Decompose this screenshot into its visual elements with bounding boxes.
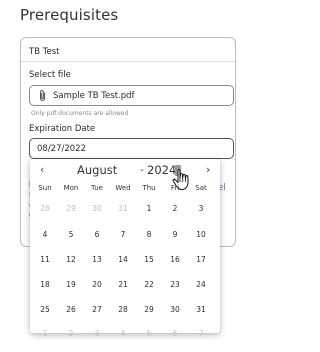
calendar-day[interactable]: 6	[84, 230, 110, 239]
expiration-date-label: Expiration Date	[29, 124, 96, 134]
calendar-day[interactable]: 11	[32, 255, 58, 264]
calendar-day-outside-month[interactable]: 7	[188, 329, 214, 338]
calendar-day[interactable]: 20	[84, 280, 110, 289]
calendar-day[interactable]: 17	[188, 255, 214, 264]
card-divider	[21, 61, 235, 62]
calendar-day[interactable]: 8	[136, 230, 162, 239]
calendar-day[interactable]: 9	[162, 230, 188, 239]
expiration-date-input[interactable]: 08/27/2022	[29, 138, 234, 159]
calendar-day[interactable]: 19	[58, 280, 84, 289]
weekday-label: Mon	[63, 184, 79, 192]
calendar-day[interactable]: 26	[58, 305, 84, 314]
calendar-day[interactable]: 30	[162, 305, 188, 314]
calendar-day[interactable]: 16	[162, 255, 188, 264]
calendar-header: ‹ August ⌄ 2024 ›	[30, 163, 220, 190]
calendar-day-outside-month[interactable]: 3	[84, 329, 110, 338]
calendar-day-outside-month[interactable]: 28	[32, 204, 58, 213]
calendar-day-outside-month[interactable]: 1	[32, 329, 58, 338]
calendar-day[interactable]: 25	[32, 305, 58, 314]
calendar-day[interactable]: 13	[84, 255, 110, 264]
prev-month-button[interactable]: ‹	[40, 163, 44, 176]
calendar-day-outside-month[interactable]: 2	[58, 329, 84, 338]
calendar-day-outside-month[interactable]: 4	[110, 329, 136, 338]
calendar-day[interactable]: 22	[136, 280, 162, 289]
calendar-day[interactable]: 3	[188, 204, 214, 213]
calendar-day[interactable]: 31	[188, 305, 214, 314]
card-title: TB Test	[29, 47, 60, 57]
weekday-label: Fri	[170, 184, 180, 192]
weekday-label: Sun	[38, 184, 52, 192]
expiration-date-value: 08/27/2022	[37, 143, 86, 154]
paperclip-icon	[38, 89, 48, 102]
calendar-day[interactable]: 12	[58, 255, 84, 264]
calendar-day-outside-month[interactable]: 6	[162, 329, 188, 338]
file-hint: Only pdf documents are allowed	[31, 110, 129, 117]
calendar-day[interactable]: 18	[32, 280, 58, 289]
calendar-day[interactable]: 23	[162, 280, 188, 289]
calendar-day[interactable]: 27	[84, 305, 110, 314]
weekday-label: Sat	[195, 184, 207, 192]
calendar-day-outside-month[interactable]: 30	[84, 204, 110, 213]
chevron-down-icon: ⌄	[139, 165, 145, 173]
select-file-label: Select file	[29, 70, 71, 80]
file-picker[interactable]: Sample TB Test.pdf	[29, 85, 234, 106]
weekday-label: Wed	[115, 184, 131, 192]
calendar-day[interactable]: 21	[110, 280, 136, 289]
calendar-day[interactable]: 7	[110, 230, 136, 239]
calendar-day[interactable]: 2	[162, 204, 188, 213]
calendar-day[interactable]: 24	[188, 280, 214, 289]
next-month-button[interactable]: ›	[206, 163, 210, 176]
weekday-label: Tue	[91, 184, 103, 192]
file-name: Sample TB Test.pdf	[53, 90, 135, 101]
calendar-day[interactable]: 15	[136, 255, 162, 264]
calendar-day[interactable]: 4	[32, 230, 58, 239]
calendar-day[interactable]: 1	[136, 204, 162, 213]
month-select[interactable]: August	[77, 163, 117, 177]
calendar-day-outside-month[interactable]: 5	[136, 329, 162, 338]
calendar-day[interactable]: 29	[136, 305, 162, 314]
page-title: Prerequisites	[20, 6, 119, 24]
calendar-day[interactable]: 28	[110, 305, 136, 314]
calendar-day-outside-month[interactable]: 29	[58, 204, 84, 213]
weekday-label: Thu	[142, 184, 156, 192]
calendar-day[interactable]: 5	[58, 230, 84, 239]
calendar-day-outside-month[interactable]: 31	[110, 204, 136, 213]
calendar-day[interactable]: 14	[110, 255, 136, 264]
calendar-day[interactable]: 10	[188, 230, 214, 239]
date-picker-popup: ‹ August ⌄ 2024 › Sun Mon Tue Wed Thu Fri Sat …	[30, 159, 220, 338]
